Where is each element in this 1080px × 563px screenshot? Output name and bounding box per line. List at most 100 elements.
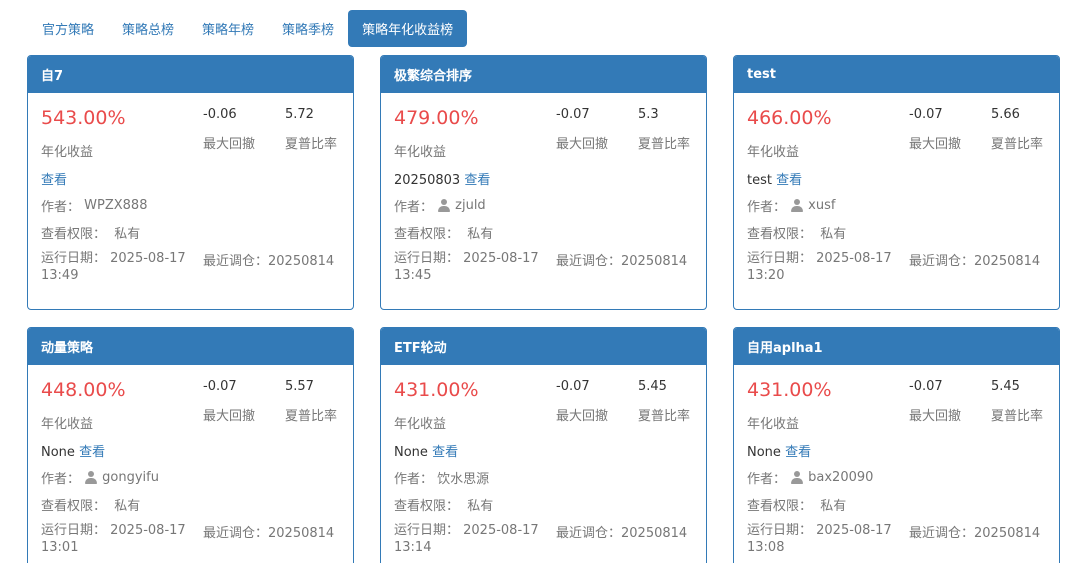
card-title[interactable]: 自7 bbox=[28, 56, 353, 93]
rebalance-value: 20250814 bbox=[268, 254, 335, 269]
max-drawdown-label: 最大回撤 bbox=[203, 409, 256, 424]
permission-row: 查看权限： 私有 bbox=[747, 223, 846, 242]
rebalance-label: 最近调仓： bbox=[556, 254, 622, 269]
permission-label: 查看权限： bbox=[41, 499, 111, 514]
author-name: zjuld bbox=[455, 198, 486, 213]
max-drawdown-label: 最大回撤 bbox=[909, 137, 962, 152]
sharpe-label: 夏普比率 bbox=[991, 409, 1044, 424]
annual-return-label: 年化收益 bbox=[747, 145, 800, 160]
max-drawdown-label: 最大回撤 bbox=[556, 409, 609, 424]
permission-value: 私有 bbox=[114, 499, 141, 514]
permission-row: 查看权限： 私有 bbox=[41, 495, 140, 514]
user-icon bbox=[790, 199, 804, 212]
card-title[interactable]: 极繁综合排序 bbox=[381, 56, 706, 93]
permission-label: 查看权限： bbox=[394, 227, 464, 242]
description-row: 20250803 查看 bbox=[394, 169, 490, 188]
rebalance-label: 最近调仓： bbox=[556, 526, 622, 541]
rebalance-value: 20250814 bbox=[268, 526, 335, 541]
description-row: 查看 bbox=[41, 169, 67, 188]
tab-1[interactable]: 策略总榜 bbox=[108, 10, 188, 47]
strategy-card: test 466.00% 年化收益 -0.07 最大回撤 5.66 夏普比率 t… bbox=[733, 55, 1060, 310]
sharpe-label: 夏普比率 bbox=[991, 137, 1044, 152]
last-rebalance: 最近调仓：20250814 bbox=[556, 522, 687, 541]
permission-label: 查看权限： bbox=[394, 499, 464, 514]
max-drawdown-value: -0.07 bbox=[203, 379, 237, 394]
view-link[interactable]: 查看 bbox=[776, 173, 802, 188]
sharpe-label: 夏普比率 bbox=[285, 409, 338, 424]
author-label: 作者： bbox=[41, 472, 85, 487]
author-name: bax20090 bbox=[808, 470, 874, 485]
description-text: 20250803 bbox=[394, 173, 465, 188]
rebalance-label: 最近调仓： bbox=[203, 254, 269, 269]
card-body: 479.00% 年化收益 -0.07 最大回撤 5.3 夏普比率 2025080… bbox=[381, 93, 706, 309]
rebalance-label: 最近调仓： bbox=[203, 526, 269, 541]
user-icon bbox=[84, 471, 98, 484]
view-link[interactable]: 查看 bbox=[41, 173, 67, 188]
user-icon bbox=[790, 471, 804, 484]
permission-value: 私有 bbox=[820, 499, 847, 514]
permission-label: 查看权限： bbox=[747, 227, 817, 242]
view-link[interactable]: 查看 bbox=[79, 445, 105, 460]
strategy-card: 自7 543.00% 年化收益 -0.06 最大回撤 5.72 夏普比率 查看 … bbox=[27, 55, 354, 310]
description-text: None bbox=[41, 445, 80, 460]
strategy-tabs: 官方策略 策略总榜 策略年榜 策略季榜 策略年化收益榜 bbox=[28, 10, 468, 47]
user-icon bbox=[437, 199, 451, 212]
author-name: 饮水思源 bbox=[437, 472, 490, 487]
run-date-label: 运行日期： bbox=[394, 523, 464, 538]
max-drawdown-value: -0.07 bbox=[909, 379, 943, 394]
description-row: None 查看 bbox=[394, 441, 458, 460]
view-link[interactable]: 查看 bbox=[785, 445, 811, 460]
permission-row: 查看权限： 私有 bbox=[41, 223, 140, 242]
description-row: None 查看 bbox=[41, 441, 105, 460]
sharpe-label: 夏普比率 bbox=[285, 137, 338, 152]
card-title[interactable]: test bbox=[734, 56, 1059, 93]
annual-return-label: 年化收益 bbox=[747, 417, 800, 432]
run-date: 运行日期： 2025-08-17 13:01 bbox=[41, 522, 191, 556]
run-date-label: 运行日期： bbox=[747, 251, 817, 266]
author-row: 作者： bax20090 bbox=[747, 468, 873, 487]
card-body: 448.00% 年化收益 -0.07 最大回撤 5.57 夏普比率 None 查… bbox=[28, 365, 353, 563]
rebalance-value: 20250814 bbox=[621, 254, 688, 269]
card-title[interactable]: ETF轮动 bbox=[381, 328, 706, 365]
annual-return-value: 448.00% bbox=[41, 379, 126, 401]
run-date-label: 运行日期： bbox=[747, 523, 817, 538]
rebalance-label: 最近调仓： bbox=[909, 526, 975, 541]
author-row: 作者： xusf bbox=[747, 196, 835, 215]
sharpe-value: 5.57 bbox=[285, 379, 314, 394]
last-rebalance: 最近调仓：20250814 bbox=[909, 522, 1040, 541]
annual-return-label: 年化收益 bbox=[394, 145, 447, 160]
sharpe-value: 5.72 bbox=[285, 107, 314, 122]
run-date: 运行日期： 2025-08-17 13:08 bbox=[747, 522, 897, 556]
run-date-label: 运行日期： bbox=[41, 523, 111, 538]
card-body: 543.00% 年化收益 -0.06 最大回撤 5.72 夏普比率 查看 作者：… bbox=[28, 93, 353, 309]
run-date: 运行日期： 2025-08-17 13:14 bbox=[394, 522, 544, 556]
card-title[interactable]: 动量策略 bbox=[28, 328, 353, 365]
tab-0[interactable]: 官方策略 bbox=[28, 10, 108, 47]
description-text: test bbox=[747, 173, 777, 188]
annual-return-value: 543.00% bbox=[41, 107, 126, 129]
permission-value: 私有 bbox=[467, 227, 494, 242]
author-row: 作者： 饮水思源 bbox=[394, 468, 489, 487]
strategy-card: 自用aplha1 431.00% 年化收益 -0.07 最大回撤 5.45 夏普… bbox=[733, 327, 1060, 563]
tab-3[interactable]: 策略季榜 bbox=[268, 10, 348, 47]
max-drawdown-label: 最大回撤 bbox=[909, 409, 962, 424]
annual-return-value: 431.00% bbox=[747, 379, 832, 401]
view-link[interactable]: 查看 bbox=[432, 445, 458, 460]
last-rebalance: 最近调仓：20250814 bbox=[203, 250, 334, 269]
permission-row: 查看权限： 私有 bbox=[394, 223, 493, 242]
last-rebalance: 最近调仓：20250814 bbox=[203, 522, 334, 541]
tab-2[interactable]: 策略年榜 bbox=[188, 10, 268, 47]
author-label: 作者： bbox=[747, 200, 791, 215]
run-date-label: 运行日期： bbox=[41, 251, 111, 266]
strategy-card: 极繁综合排序 479.00% 年化收益 -0.07 最大回撤 5.3 夏普比率 … bbox=[380, 55, 707, 310]
card-title[interactable]: 自用aplha1 bbox=[734, 328, 1059, 365]
permission-value: 私有 bbox=[114, 227, 141, 242]
sharpe-label: 夏普比率 bbox=[638, 409, 691, 424]
view-link[interactable]: 查看 bbox=[464, 173, 490, 188]
sharpe-value: 5.66 bbox=[991, 107, 1020, 122]
sharpe-value: 5.45 bbox=[638, 379, 667, 394]
description-row: test 查看 bbox=[747, 169, 802, 188]
run-date-label: 运行日期： bbox=[394, 251, 464, 266]
author-name: WPZX888 bbox=[84, 198, 148, 213]
tab-4[interactable]: 策略年化收益榜 bbox=[348, 10, 468, 47]
